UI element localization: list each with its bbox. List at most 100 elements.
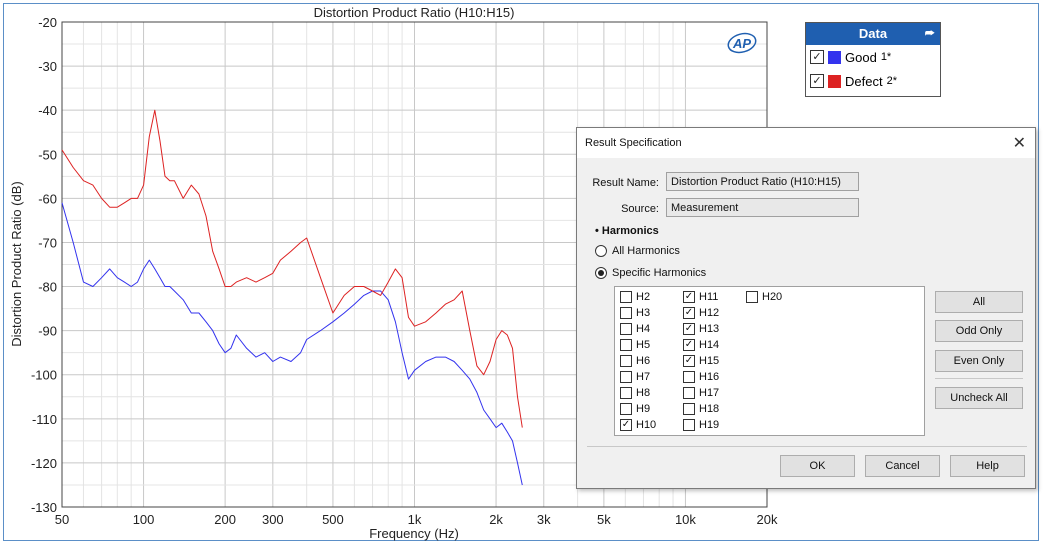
legend-panel: Data ⮫ ✓ Good 1* ✓ Defect 2* — [805, 22, 941, 97]
checkbox-box[interactable] — [620, 387, 632, 399]
pin-icon[interactable]: ⮫ — [925, 23, 935, 45]
legend-checkbox-defect[interactable]: ✓ — [810, 74, 824, 88]
harmonic-label: H8 — [636, 387, 651, 399]
y-tick-label: -130 — [31, 500, 57, 515]
legend-checkbox-good[interactable]: ✓ — [810, 50, 824, 64]
bullet-icon: • — [595, 225, 602, 237]
y-tick-label: -80 — [38, 280, 57, 295]
x-axis-label: Frequency (Hz) — [369, 526, 459, 541]
y-tick-label: -70 — [38, 235, 57, 250]
cancel-button[interactable]: Cancel — [865, 455, 940, 477]
checkbox-box[interactable]: ✓ — [683, 355, 695, 367]
harmonic-checkbox-h18[interactable]: H18 — [683, 403, 719, 415]
harmonic-checkbox-h8[interactable]: H8 — [620, 387, 650, 399]
harmonic-checkbox-h7[interactable]: H7 — [620, 371, 650, 383]
checkbox-box[interactable] — [620, 339, 632, 351]
radio-dot — [598, 270, 604, 276]
close-icon[interactable]: ✕ — [1013, 133, 1026, 153]
uncheck-all-button[interactable]: Uncheck All — [935, 387, 1023, 409]
checkbox-box[interactable] — [683, 371, 695, 383]
y-tick-label: -110 — [32, 412, 57, 427]
checkbox-box[interactable] — [620, 307, 632, 319]
odd-only-button[interactable]: Odd Only — [935, 320, 1023, 342]
x-tick-label: 5k — [597, 512, 611, 527]
checkbox-box[interactable] — [620, 323, 632, 335]
x-tick-label: 1k — [408, 512, 422, 527]
legend-mark-defect: 2* — [886, 75, 897, 87]
harmonic-checkbox-h3[interactable]: H3 — [620, 307, 650, 319]
checkbox-box[interactable] — [620, 403, 632, 415]
even-only-button[interactable]: Even Only — [935, 350, 1023, 372]
harmonic-checkbox-h10[interactable]: ✓ H10 — [620, 419, 656, 431]
y-tick-label: -30 — [38, 59, 57, 74]
harmonic-label: H20 — [762, 291, 783, 303]
checkbox-box[interactable] — [683, 387, 695, 399]
harmonics-heading: • Harmonics — [595, 225, 659, 237]
checkbox-box[interactable]: ✓ — [683, 323, 695, 335]
harmonic-label: H13 — [699, 323, 720, 335]
harmonic-checkbox-h15[interactable]: ✓ H15 — [683, 355, 719, 367]
checkbox-box[interactable]: ✓ — [683, 291, 695, 303]
harmonic-label: H2 — [636, 291, 651, 303]
harmonic-checkbox-h12[interactable]: ✓ H12 — [683, 307, 719, 319]
checkbox-box[interactable] — [620, 291, 632, 303]
source-field[interactable]: Measurement — [666, 198, 859, 217]
specific-harmonics-radio[interactable]: Specific Harmonics — [595, 267, 706, 279]
harmonic-checkbox-h9[interactable]: H9 — [620, 403, 650, 415]
x-tick-label: 10k — [675, 512, 696, 527]
legend-header: Data ⮫ — [806, 23, 940, 45]
dialog-title: Result Specification — [585, 137, 682, 149]
y-tick-label: -40 — [38, 103, 57, 118]
harmonic-label: H15 — [699, 355, 720, 367]
legend-title: Data — [858, 26, 888, 41]
harmonic-checkbox-h6[interactable]: H6 — [620, 355, 650, 367]
harmonic-checkbox-h16[interactable]: H16 — [683, 371, 719, 383]
help-button[interactable]: Help — [950, 455, 1025, 477]
harmonic-checkbox-h19[interactable]: H19 — [683, 419, 719, 431]
checkbox-box[interactable] — [683, 419, 695, 431]
harmonic-label: H4 — [636, 323, 651, 335]
y-tick-label: -20 — [38, 15, 57, 30]
harmonic-checkbox-h17[interactable]: H17 — [683, 387, 719, 399]
checkbox-box[interactable]: ✓ — [620, 419, 632, 431]
checkbox-box[interactable]: ✓ — [683, 307, 695, 319]
result-name-field[interactable]: Distortion Product Ratio (H10:H15) — [666, 172, 859, 191]
chart-title: Distortion Product Ratio (H10:H15) — [314, 5, 515, 20]
all-button[interactable]: All — [935, 291, 1023, 313]
harmonic-checkbox-h2[interactable]: H2 — [620, 291, 650, 303]
legend-item-good[interactable]: ✓ Good 1* — [806, 45, 940, 69]
x-tick-label: 200 — [214, 512, 236, 527]
harmonic-label: H10 — [636, 419, 657, 431]
all-harmonics-radio[interactable]: All Harmonics — [595, 245, 680, 257]
harmonics-heading-text: Harmonics — [601, 225, 659, 237]
harmonic-checkbox-h20[interactable]: H20 — [746, 291, 782, 303]
harmonic-checkbox-h5[interactable]: H5 — [620, 339, 650, 351]
y-tick-label: -90 — [38, 324, 57, 339]
legend-item-defect[interactable]: ✓ Defect 2* — [806, 69, 940, 93]
harmonic-label: H5 — [636, 339, 651, 351]
harmonic-label: H11 — [699, 291, 719, 303]
legend-label-good: Good — [845, 49, 877, 65]
legend-swatch-defect — [828, 74, 841, 88]
checkbox-box[interactable] — [620, 355, 632, 367]
x-tick-label: 300 — [262, 512, 284, 527]
checkbox-box[interactable] — [620, 371, 632, 383]
result-name-label: Result Name: — [592, 177, 659, 189]
radio-circle[interactable] — [595, 245, 607, 257]
x-tick-label: 3k — [537, 512, 551, 527]
harmonic-label: H16 — [699, 371, 720, 383]
y-tick-label: -60 — [38, 191, 57, 206]
radio-circle[interactable] — [595, 267, 607, 279]
ok-button[interactable]: OK — [780, 455, 855, 477]
harmonic-checkbox-h4[interactable]: H4 — [620, 323, 650, 335]
harmonic-checkbox-h14[interactable]: ✓ H14 — [683, 339, 719, 351]
checkbox-box[interactable] — [683, 403, 695, 415]
dialog-titlebar: Result Specification ✕ — [577, 128, 1035, 158]
checkbox-box[interactable]: ✓ — [683, 339, 695, 351]
harmonic-checkbox-h11[interactable]: ✓ H11 — [683, 291, 718, 303]
harmonic-checkbox-h13[interactable]: ✓ H13 — [683, 323, 719, 335]
checkbox-box[interactable] — [746, 291, 758, 303]
harmonic-label: H12 — [699, 307, 720, 319]
button-separator — [935, 378, 1023, 379]
x-tick-label: 500 — [322, 512, 344, 527]
